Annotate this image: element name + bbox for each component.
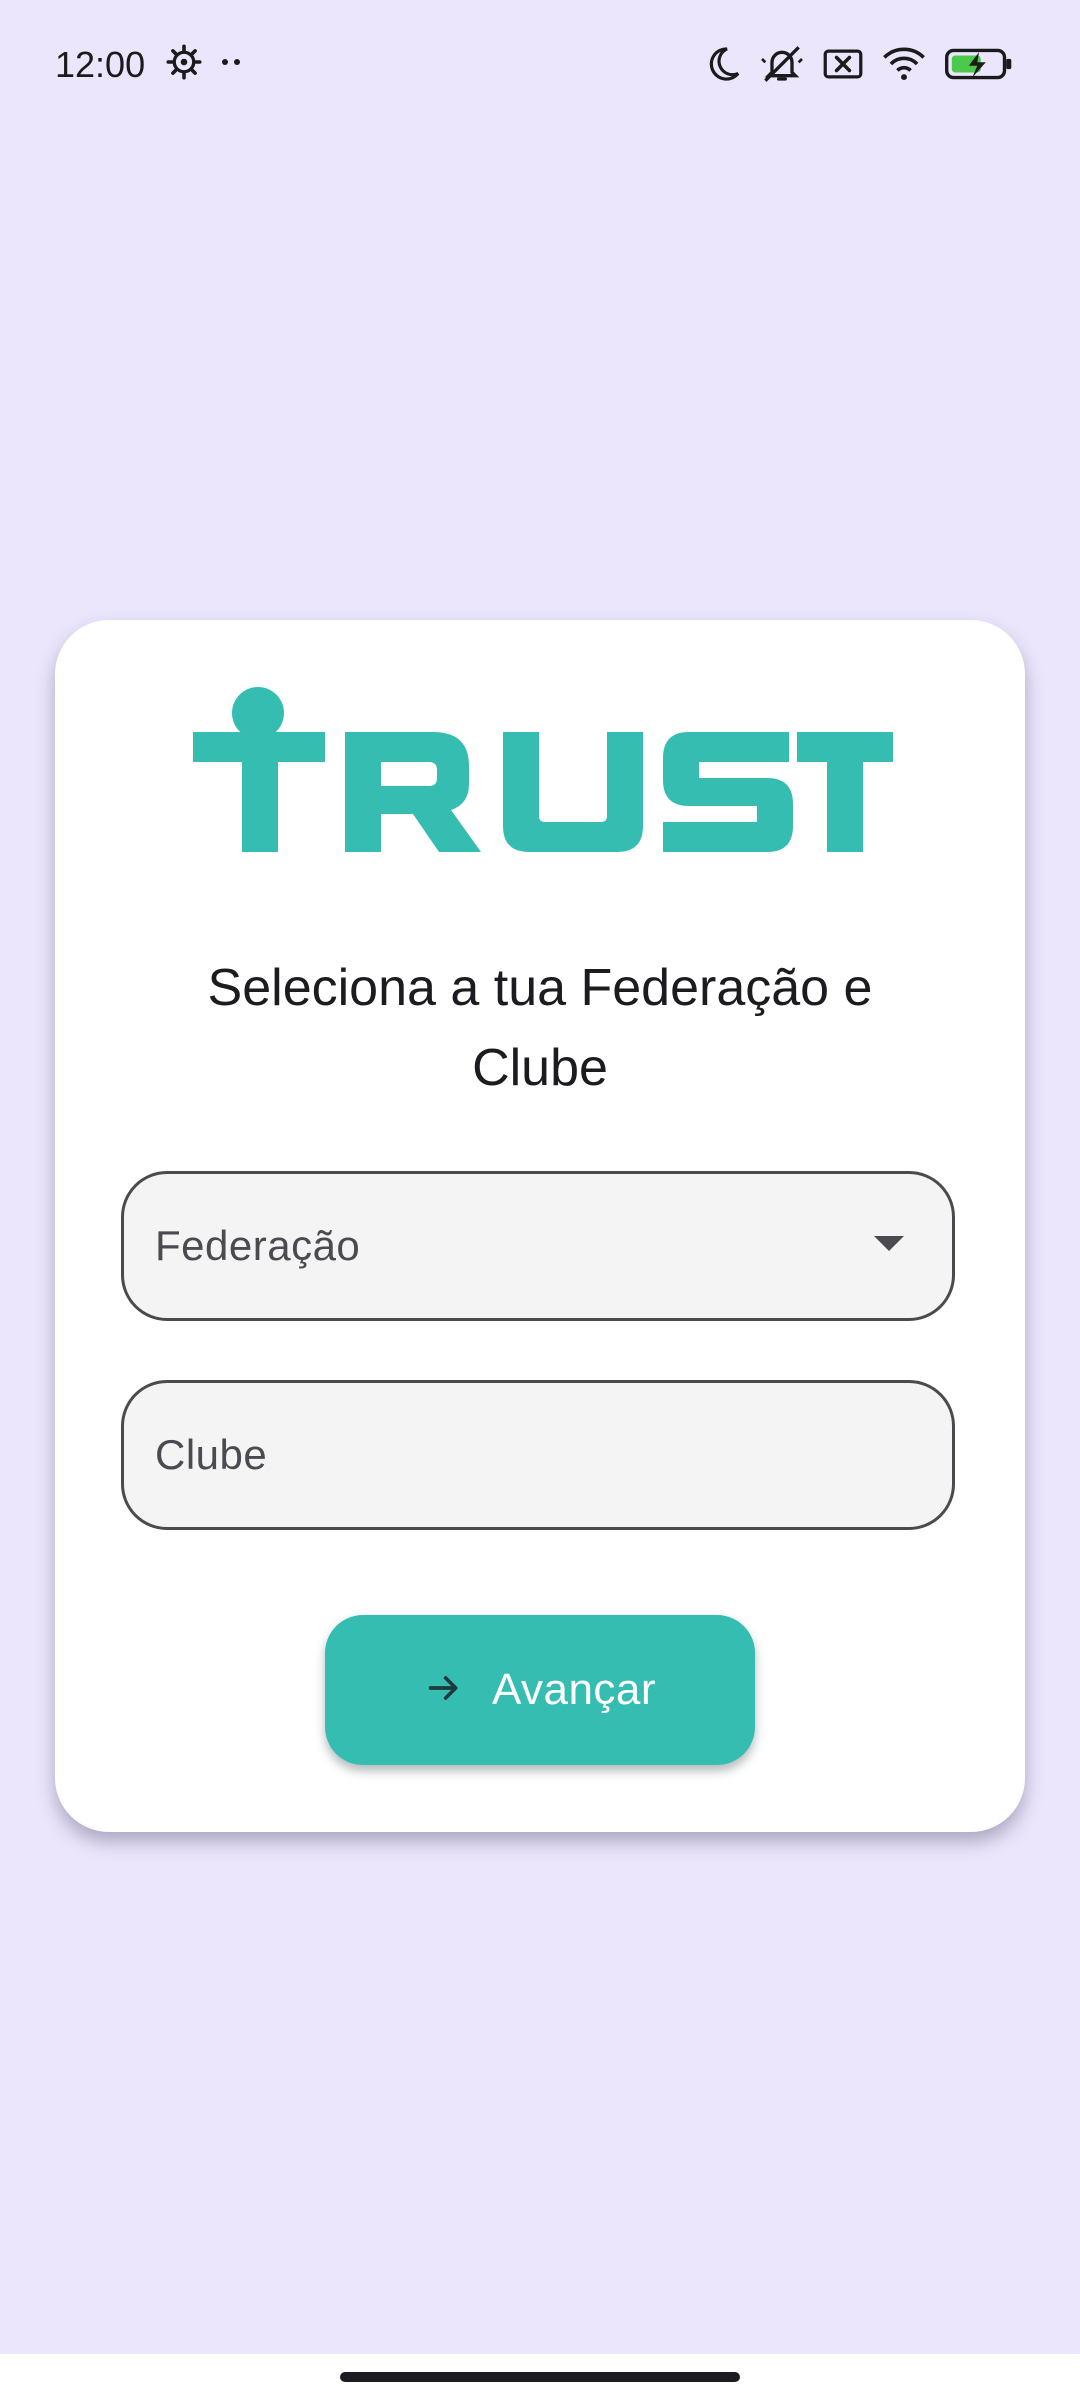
federacao-dropdown[interactable]: Federação (121, 1171, 955, 1321)
home-indicator[interactable] (340, 2372, 740, 2382)
status-time: 12:00 (55, 44, 146, 85)
clube-label: Clube (155, 1431, 268, 1478)
status-bar: 12:00 (0, 0, 1080, 132)
federacao-label: Federação (155, 1222, 361, 1269)
do-not-disturb-moon-icon (704, 45, 742, 83)
arrow-right-icon (424, 1668, 464, 1713)
clube-input[interactable]: Clube (121, 1380, 955, 1530)
selection-card: Seleciona a tua Federação e Clube Federa… (55, 620, 1025, 1832)
battery-charging-icon (944, 47, 1014, 81)
avancar-button[interactable]: Avançar (325, 1615, 755, 1765)
status-left-icons (166, 44, 244, 80)
settings-gear-icon (166, 44, 202, 80)
no-sim-icon (822, 46, 864, 82)
dropdown-arrow-icon (874, 1236, 904, 1251)
page-title: Seleciona a tua Federação e Clube (207, 959, 873, 1097)
more-dots-icon (220, 56, 244, 68)
trust-logo (193, 686, 893, 852)
avancar-label: Avançar (491, 1665, 657, 1714)
wifi-icon (882, 46, 926, 82)
status-right-icons (704, 44, 1014, 84)
muted-bell-icon (760, 44, 804, 84)
